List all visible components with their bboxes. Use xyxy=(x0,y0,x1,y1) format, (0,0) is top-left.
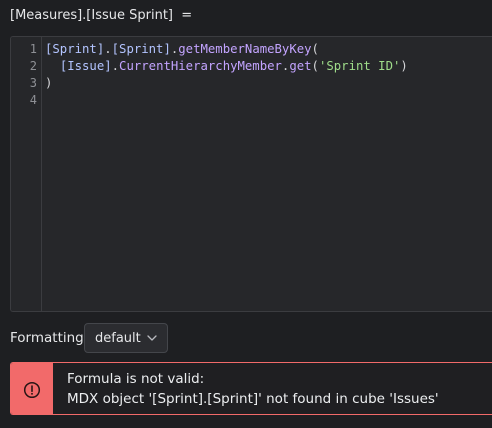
code-token-plain: ) xyxy=(45,76,53,90)
line-number: 2 xyxy=(29,59,37,73)
code-token-id: [Issue] xyxy=(59,59,112,73)
formula-code-editor[interactable]: 1 2 3 4 [Sprint].[Sprint].getMemberNameB… xyxy=(10,36,492,312)
error-message: MDX object '[Sprint].[Sprint]' not found… xyxy=(67,391,439,407)
code-token-plain: ( xyxy=(311,42,319,56)
line-number: 3 xyxy=(29,76,37,90)
code-token-id: [Sprint] xyxy=(111,42,171,56)
formatting-select[interactable]: default xyxy=(84,323,168,353)
code-token-fn: CurrentHierarchyMember xyxy=(119,59,282,73)
formatting-selected-value: default xyxy=(95,331,141,346)
code-token-plain: . xyxy=(104,42,112,56)
error-alert: Formula is not valid: MDX object '[Sprin… xyxy=(10,362,492,415)
exclamation-circle-icon xyxy=(23,381,41,399)
code-line[interactable]: [Sprint].[Sprint].getMemberNameByKey( xyxy=(45,41,319,58)
code-token-fn: getMemberNameByKey xyxy=(178,42,312,56)
measure-title: [Measures].[Issue Sprint] = xyxy=(10,8,193,23)
code-token-plain: ( xyxy=(311,59,319,73)
chevron-down-icon xyxy=(147,335,157,341)
formatting-label: Formatting xyxy=(10,330,84,346)
code-line[interactable]: [Issue].CurrentHierarchyMember.get('Spri… xyxy=(45,58,408,75)
code-token-plain: . xyxy=(111,59,120,73)
code-token-fn: get xyxy=(289,59,312,73)
line-number-gutter: 1 2 3 4 xyxy=(11,37,42,311)
code-line[interactable]: ) xyxy=(45,75,52,92)
code-token-id: [Sprint] xyxy=(45,42,105,56)
code-token-str: 'Sprint ID' xyxy=(318,59,401,73)
calculated-measure-editor: [Measures].[Issue Sprint] = 1 2 3 4 [Spr… xyxy=(0,0,492,428)
error-accent-stripe xyxy=(11,363,53,414)
code-token-plain: ) xyxy=(400,59,408,73)
line-number: 4 xyxy=(29,93,37,107)
line-number: 1 xyxy=(29,42,37,56)
error-title: Formula is not valid: xyxy=(67,371,205,387)
